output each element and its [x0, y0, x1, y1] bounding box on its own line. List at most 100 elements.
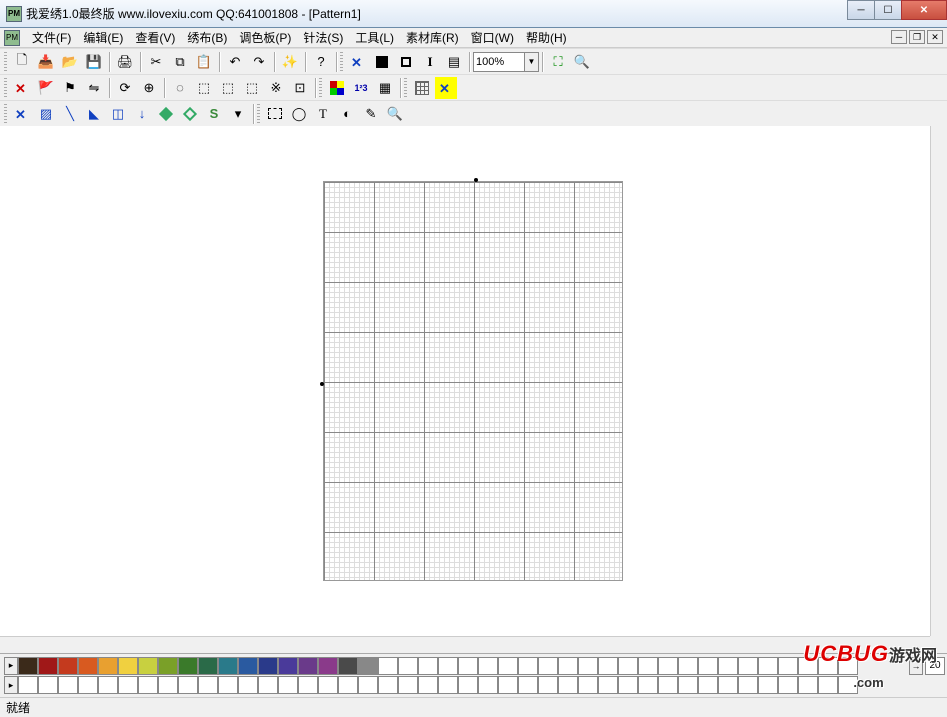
select-ellipse-button[interactable]: ◯ — [288, 103, 310, 125]
palette-empty[interactable] — [578, 676, 598, 694]
palette-empty[interactable] — [318, 676, 338, 694]
redo-button[interactable]: ↷ — [248, 51, 270, 73]
color-quad-button[interactable] — [326, 77, 348, 99]
palette-empty[interactable] — [758, 676, 778, 694]
menu-view[interactable]: 查看(V) — [129, 27, 181, 48]
select-rect-button[interactable] — [264, 103, 286, 125]
palette-empty[interactable] — [598, 657, 618, 675]
menu-library[interactable]: 素材库(R) — [400, 27, 465, 48]
delete-button[interactable] — [11, 77, 33, 99]
palette-swatch-14[interactable] — [298, 657, 318, 675]
menu-fabric[interactable]: 绣布(B) — [181, 27, 233, 48]
sel5-button[interactable]: ※ — [265, 77, 287, 99]
cut-button[interactable]: ✂ — [145, 51, 167, 73]
palette-empty[interactable] — [518, 676, 538, 694]
palette-empty[interactable] — [818, 676, 838, 694]
palette-empty[interactable] — [618, 657, 638, 675]
palette-empty[interactable] — [478, 676, 498, 694]
stitch-half1-button[interactable]: ▨ — [35, 103, 57, 125]
pattern-canvas[interactable] — [323, 181, 623, 581]
palette-swatch-11[interactable] — [238, 657, 258, 675]
palette-empty[interactable] — [838, 676, 858, 694]
zoom-tool2-button[interactable]: 🔍 — [384, 103, 406, 125]
open-button[interactable]: 📂 — [59, 51, 81, 73]
palette-empty[interactable] — [298, 676, 318, 694]
block-view-button[interactable] — [371, 51, 393, 73]
import-button[interactable]: 📥 — [35, 51, 57, 73]
stitch-dot-button[interactable] — [155, 103, 177, 125]
palette-swatch-9[interactable] — [198, 657, 218, 675]
palette-swatch-4[interactable] — [98, 657, 118, 675]
stitch-ring-button[interactable] — [179, 103, 201, 125]
palette-empty[interactable] — [418, 657, 438, 675]
palette-swatch-3[interactable] — [78, 657, 98, 675]
palette-empty[interactable] — [378, 657, 398, 675]
palette-empty[interactable] — [538, 657, 558, 675]
palette-empty[interactable] — [438, 676, 458, 694]
palette-empty[interactable] — [538, 676, 558, 694]
palette-empty[interactable] — [558, 676, 578, 694]
copy-button[interactable]: ⧉ — [169, 51, 191, 73]
palette-swatch-17[interactable] — [358, 657, 378, 675]
palette-empty[interactable] — [38, 676, 58, 694]
palette-swatch-16[interactable] — [338, 657, 358, 675]
palette-empty[interactable] — [758, 657, 778, 675]
palette-empty[interactable] — [838, 657, 858, 675]
rotate-button[interactable]: ⟳ — [114, 77, 136, 99]
zoom-tool-button[interactable]: 🔍 — [571, 51, 593, 73]
palette-empty[interactable] — [718, 657, 738, 675]
hatch-button[interactable]: ▦ — [374, 77, 396, 99]
palette-empty[interactable] — [138, 676, 158, 694]
palette-right-button[interactable]: → — [909, 657, 923, 675]
palette-empty[interactable] — [438, 657, 458, 675]
palette-empty[interactable] — [738, 657, 758, 675]
palette-swatch-2[interactable] — [58, 657, 78, 675]
palette-empty[interactable] — [778, 676, 798, 694]
palette-empty[interactable] — [798, 676, 818, 694]
palette-empty[interactable] — [498, 657, 518, 675]
palette-empty[interactable] — [798, 657, 818, 675]
menu-window[interactable]: 窗口(W) — [465, 27, 520, 48]
palette-empty[interactable] — [458, 657, 478, 675]
menu-edit[interactable]: 编辑(E) — [77, 27, 129, 48]
print-button[interactable]: 🖨 — [114, 51, 136, 73]
palette-swatch-7[interactable] — [158, 657, 178, 675]
menu-help[interactable]: 帮助(H) — [520, 27, 573, 48]
palette-empty[interactable] — [238, 676, 258, 694]
palette-menu-button[interactable]: ▸ — [4, 657, 18, 675]
palette-empty[interactable] — [678, 676, 698, 694]
palette-empty[interactable] — [658, 676, 678, 694]
zoom-dropdown[interactable]: ▼ — [525, 52, 539, 72]
palette-empty[interactable] — [338, 676, 358, 694]
stitch-s-button[interactable]: S — [203, 103, 225, 125]
menu-palette[interactable]: 调色板(P) — [233, 27, 297, 48]
highlight-x-button[interactable] — [435, 77, 457, 99]
info-view-button[interactable]: I — [419, 51, 441, 73]
flag2-button[interactable]: ⚑ — [59, 77, 81, 99]
picker-tool-button[interactable]: ✎ — [360, 103, 382, 125]
palette-empty[interactable] — [698, 657, 718, 675]
palette-empty[interactable] — [818, 657, 838, 675]
palette-empty[interactable] — [198, 676, 218, 694]
palette-empty[interactable] — [278, 676, 298, 694]
stitch-arrow-button[interactable]: ↓ — [131, 103, 153, 125]
wizard-button[interactable]: ✨ — [279, 51, 301, 73]
grid-button[interactable] — [411, 77, 433, 99]
palette-swatch-15[interactable] — [318, 657, 338, 675]
palette-swatch-1[interactable] — [38, 657, 58, 675]
vertical-scrollbar[interactable] — [930, 126, 947, 636]
palette-swatch-12[interactable] — [258, 657, 278, 675]
menu-file[interactable]: 文件(F) — [26, 27, 77, 48]
palette-empty[interactable] — [178, 676, 198, 694]
palette-swatch-5[interactable] — [118, 657, 138, 675]
mdi-restore[interactable]: ❐ — [909, 30, 925, 44]
palette-swatch-10[interactable] — [218, 657, 238, 675]
palette-empty[interactable] — [498, 676, 518, 694]
text-tool-button[interactable]: T — [312, 103, 334, 125]
palette-swatch-6[interactable] — [138, 657, 158, 675]
list-view-button[interactable]: ▤ — [443, 51, 465, 73]
flag1-button[interactable]: 🚩 — [35, 77, 57, 99]
palette-empty[interactable] — [618, 676, 638, 694]
undo-button[interactable]: ↶ — [224, 51, 246, 73]
flip-h-button[interactable]: ⇋ — [83, 77, 105, 99]
